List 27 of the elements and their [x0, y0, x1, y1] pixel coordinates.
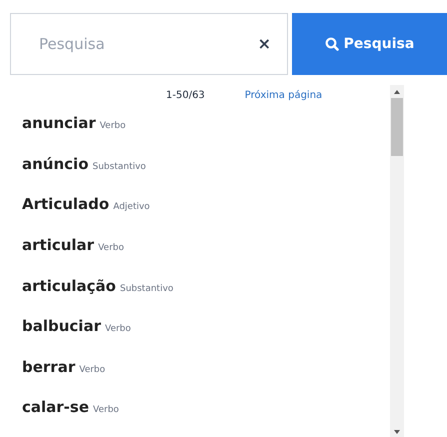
result-count: 1-50/63: [166, 89, 205, 104]
search-icon: [324, 37, 339, 51]
word-link[interactable]: berrar: [22, 356, 76, 378]
scroll-down-icon: [394, 430, 400, 434]
search-field[interactable]: Pesquisa ×: [10, 13, 288, 75]
word-link[interactable]: articulação: [22, 274, 116, 298]
scroll-up-icon: [394, 90, 400, 94]
word-class-label: Verbo: [104, 323, 131, 336]
search-input[interactable]: Pesquisa: [39, 32, 254, 56]
word-link[interactable]: articular: [22, 234, 94, 257]
word-link[interactable]: calar-se: [22, 396, 90, 419]
word-class-label: Verbo: [93, 404, 119, 418]
clear-button[interactable]: ×: [254, 36, 275, 52]
word-class-label: Adjetivo: [113, 201, 150, 214]
word-class-label: Verbo: [100, 120, 126, 134]
next-page-link[interactable]: Próxima página: [244, 88, 322, 104]
word-class-label: Substantivo: [120, 282, 174, 296]
word-link[interactable]: balbuciar: [22, 315, 101, 338]
word-class-label: Verbo: [79, 364, 106, 377]
word-class-label: Substantivo: [92, 160, 146, 174]
word-link[interactable]: anunciar: [22, 112, 96, 135]
scrollbar-thumb[interactable]: [391, 98, 403, 156]
scrollbar[interactable]: [390, 85, 404, 437]
word-class-label: Verbo: [98, 242, 124, 256]
word-link[interactable]: anúncio: [22, 152, 88, 176]
word-link[interactable]: Articulado: [22, 193, 110, 216]
search-button[interactable]: Pesquisa: [292, 13, 447, 75]
